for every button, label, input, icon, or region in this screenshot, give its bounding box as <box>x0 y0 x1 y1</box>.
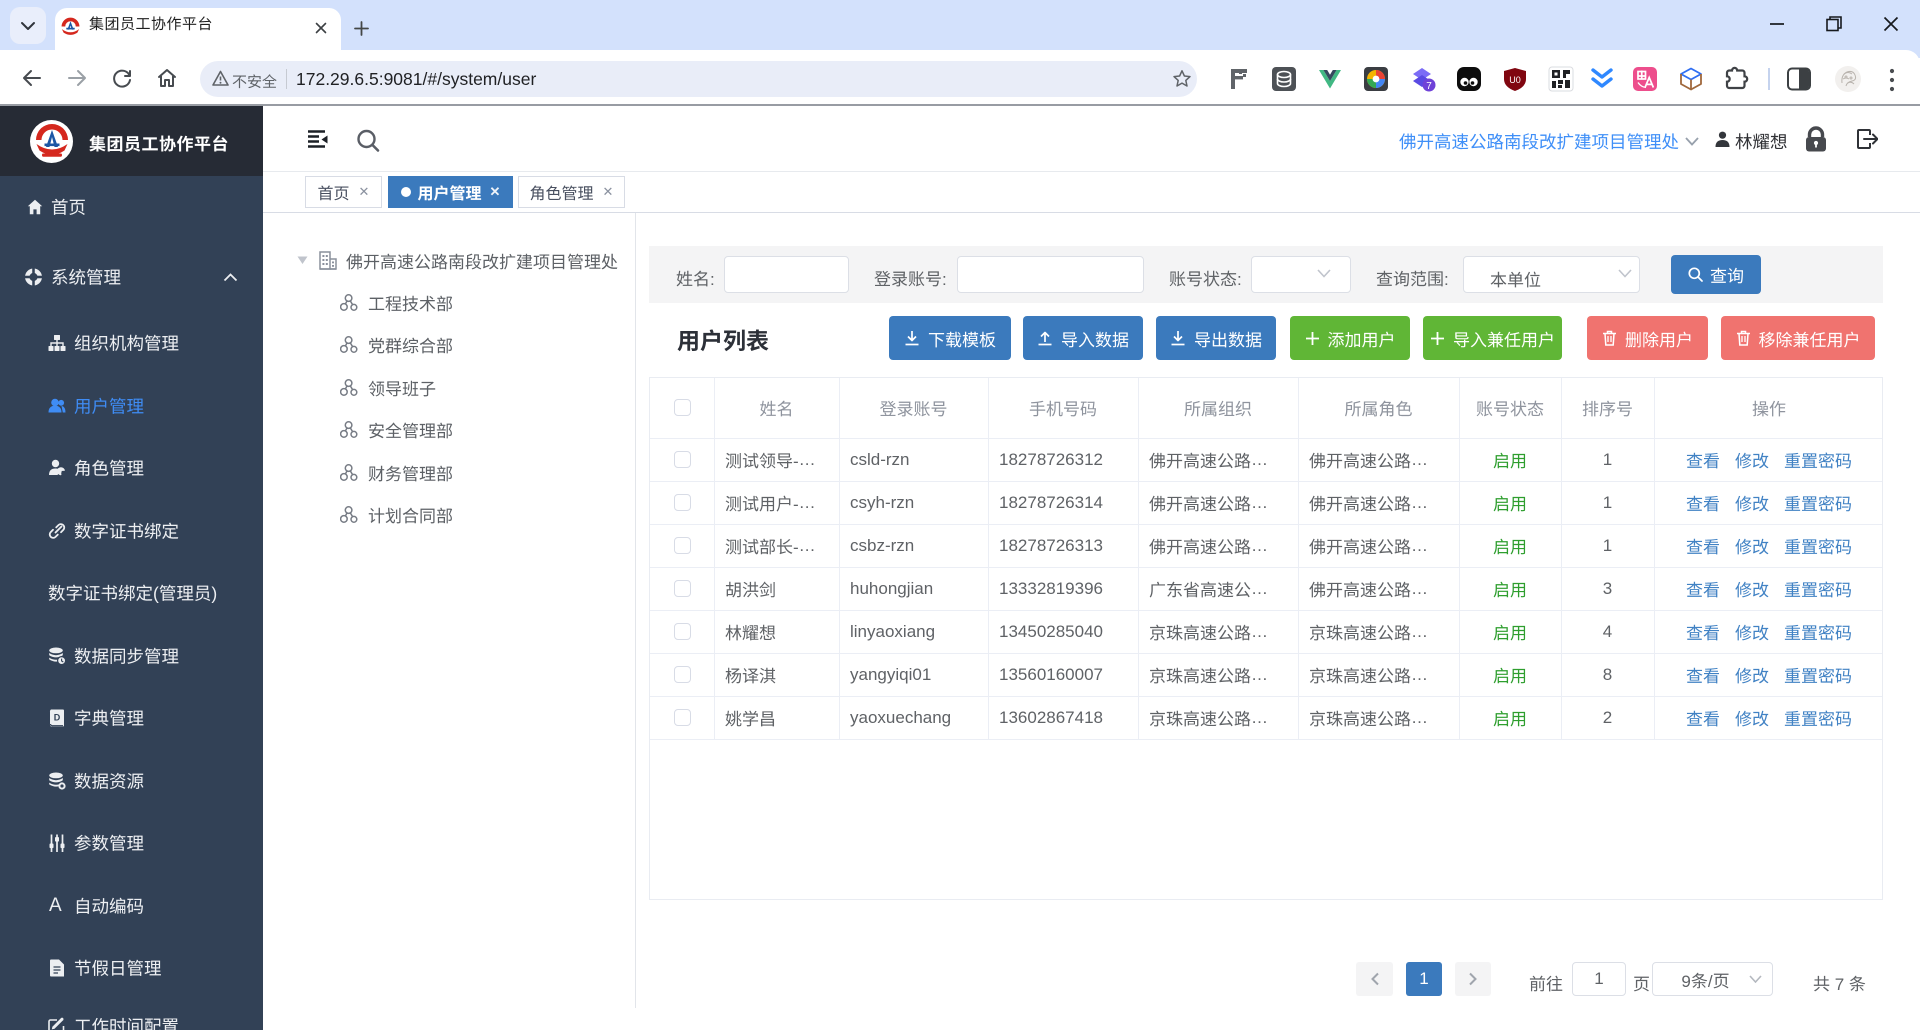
svg-text:7: 7 <box>1426 81 1432 92</box>
svg-text:U0: U0 <box>1509 75 1521 85</box>
svg-text:D: D <box>54 713 61 723</box>
